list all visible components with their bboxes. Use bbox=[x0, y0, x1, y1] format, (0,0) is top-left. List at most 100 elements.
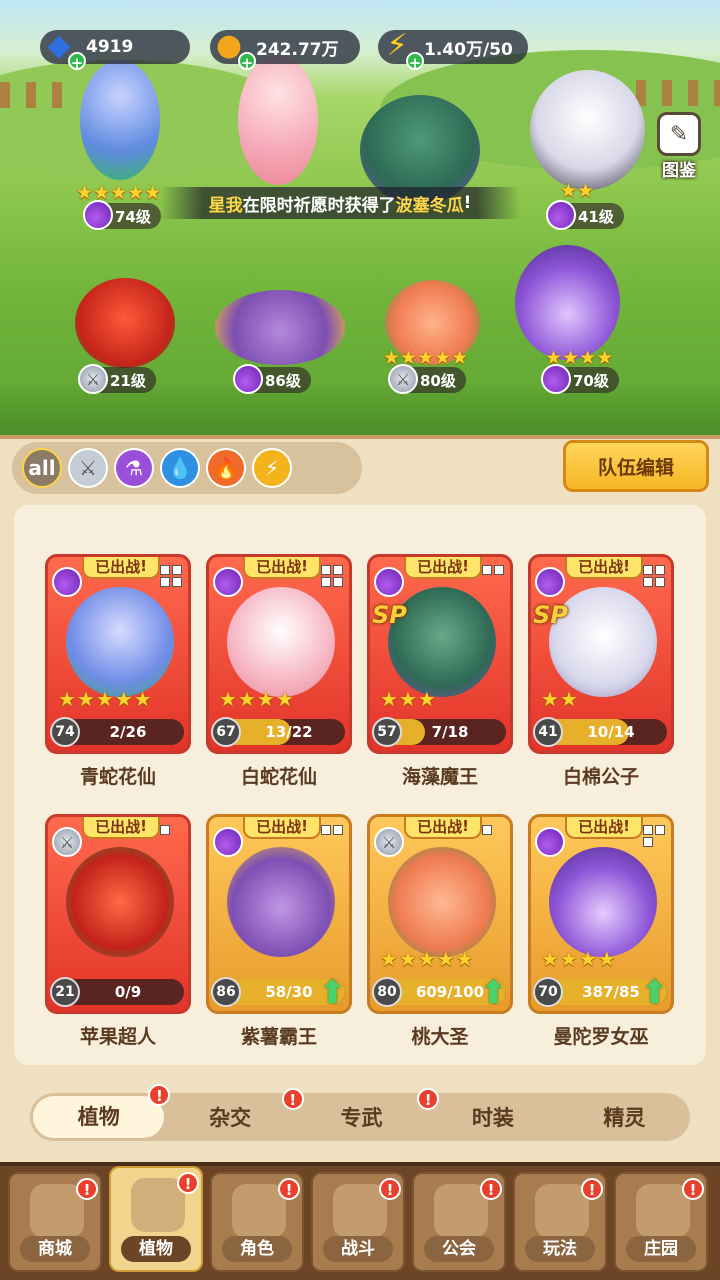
deployed-tag: 已出战! bbox=[404, 817, 482, 839]
filter-fire-icon[interactable]: 🔥 bbox=[206, 448, 246, 488]
potion-icon bbox=[535, 567, 565, 597]
atlas-label: 图鉴 bbox=[662, 161, 696, 181]
hero-name: 苹果超人 bbox=[79, 1026, 156, 1048]
tab-exclusive-weapon[interactable]: 专武!! bbox=[281, 1088, 440, 1132]
formation-position-icon bbox=[321, 825, 343, 847]
unit-snake-fairy-green[interactable] bbox=[70, 60, 170, 190]
star-rating: ★ ★ ★ ★ bbox=[541, 947, 616, 971]
star-icon: ★ bbox=[76, 687, 95, 711]
filter-potion-icon[interactable]: ⚗ bbox=[114, 448, 154, 488]
star-icon: ★ bbox=[114, 687, 133, 711]
star-icon: ★ bbox=[256, 687, 275, 711]
unit-level-badge: ⚔ 80级 bbox=[388, 364, 466, 394]
nav-shop[interactable]: 商城! bbox=[8, 1172, 102, 1272]
unit-stars: ★★★★★ bbox=[76, 182, 162, 204]
hero-card[interactable]: 已出战! SP ★ ★ ★ 7/18 57 bbox=[367, 554, 513, 754]
sword-icon: ⚔ bbox=[374, 827, 404, 857]
filter-all[interactable]: all bbox=[22, 448, 62, 488]
nav-manor[interactable]: 庄园! bbox=[614, 1172, 708, 1272]
formation-position-icon bbox=[321, 565, 343, 587]
tab-hybrid[interactable]: 杂交 bbox=[164, 1102, 295, 1132]
star-icon: ★ bbox=[559, 947, 578, 971]
hero-card[interactable]: 已出战! ⚔ ★ ★ ★ ★ ★ 609/100 80 ⬆ bbox=[367, 814, 513, 1014]
nav-guild[interactable]: 公会! bbox=[412, 1172, 506, 1272]
hero-card[interactable]: 已出战! ⚔ 0/9 21 bbox=[45, 814, 191, 1014]
hero-level: 41 bbox=[533, 717, 563, 747]
filter-lightning-icon[interactable]: ⚡ bbox=[252, 448, 292, 488]
alert-badge: ! bbox=[281, 1088, 304, 1110]
nav-battle[interactable]: 战斗! bbox=[311, 1172, 405, 1272]
team-edit-button[interactable]: 队伍编辑 bbox=[563, 440, 709, 492]
hero-card[interactable]: 已出战! ★ ★ ★ ★ 387/85 70 ⬆ bbox=[528, 814, 674, 1014]
star-icon: ★ bbox=[398, 947, 417, 971]
add-gem-button[interactable]: + bbox=[68, 52, 86, 72]
upgrade-arrow-icon[interactable]: ⬆ bbox=[641, 975, 671, 1009]
star-icon: ★ bbox=[541, 687, 559, 711]
hero-name: 桃大圣 bbox=[411, 1026, 469, 1048]
add-energy-button[interactable]: + bbox=[406, 52, 424, 72]
hero-card[interactable]: 已出战! 58/30 86 ⬆ bbox=[206, 814, 352, 1014]
wish-announcement-banner: 星我 在限时祈愿时获得了 波塞冬瓜! bbox=[160, 187, 520, 219]
deployed-tag: 已出战! bbox=[565, 557, 643, 579]
hero-portrait bbox=[66, 587, 174, 697]
star-icon: ★ bbox=[417, 947, 436, 971]
upgrade-arrow-icon[interactable]: ⬆ bbox=[319, 975, 349, 1009]
hero-card[interactable]: 已出战! ★ ★ ★ ★ ★ 2/26 74 bbox=[45, 554, 191, 754]
energy-counter[interactable]: ⚡ + 1.40万/50 bbox=[378, 28, 528, 72]
atlas-button[interactable]: ✎ 图鉴 bbox=[650, 112, 708, 182]
potion-icon bbox=[374, 567, 404, 597]
nav-characters[interactable]: 角色! bbox=[210, 1172, 304, 1272]
tab-spirit[interactable]: 精灵 bbox=[559, 1102, 690, 1132]
star-icon: ★ bbox=[597, 947, 616, 971]
alert-badge: ! bbox=[682, 1178, 704, 1200]
hero-portrait bbox=[66, 847, 174, 957]
upgrade-arrow-icon[interactable]: ⬆ bbox=[480, 975, 510, 1009]
potion-icon bbox=[83, 200, 113, 230]
filter-water-icon[interactable]: 💧 bbox=[160, 448, 200, 488]
unit-stars: ★★ bbox=[560, 180, 595, 202]
potion-icon bbox=[546, 200, 576, 230]
sword-icon: ⚔ bbox=[388, 364, 418, 394]
unit-purple-potato-king[interactable] bbox=[210, 285, 350, 375]
star-icon: ★ bbox=[58, 687, 76, 711]
tab-fashion[interactable]: 时装 bbox=[427, 1102, 558, 1132]
category-tabs: 植物! 杂交 专武!! 时装 精灵 bbox=[30, 1084, 690, 1141]
unit-apple-superman[interactable] bbox=[70, 278, 180, 378]
hero-level: 21 bbox=[50, 977, 80, 1007]
alert-badge: ! bbox=[581, 1178, 603, 1200]
potion-icon bbox=[213, 827, 243, 857]
deployed-tag: 已出战! bbox=[565, 817, 643, 839]
nav-label: 角色 bbox=[222, 1236, 292, 1262]
hero-portrait bbox=[549, 847, 657, 957]
potion-icon bbox=[52, 567, 82, 597]
hero-portrait bbox=[388, 847, 496, 957]
potion-icon bbox=[213, 567, 243, 597]
star-icon: ★ bbox=[95, 687, 114, 711]
coin-counter[interactable]: ● + 242.77万 bbox=[210, 28, 360, 72]
nav-label: 战斗 bbox=[323, 1236, 393, 1262]
nav-plants[interactable]: 植物! bbox=[109, 1166, 203, 1272]
hero-name: 白棉公子 bbox=[562, 766, 639, 788]
unit-snake-fairy-white[interactable] bbox=[228, 55, 328, 190]
star-icon: ★ bbox=[578, 947, 597, 971]
star-icon: ★ bbox=[436, 947, 455, 971]
tab-plants[interactable]: 植物! bbox=[33, 1084, 171, 1138]
formation-position-icon bbox=[482, 565, 504, 587]
add-coin-button[interactable]: + bbox=[238, 52, 256, 72]
hero-level: 86 bbox=[211, 977, 241, 1007]
gem-counter[interactable]: ◆ + 4919 bbox=[40, 28, 190, 72]
fence bbox=[0, 82, 70, 108]
formation-position-icon bbox=[160, 565, 182, 587]
deployed-tag: 已出战! bbox=[243, 817, 321, 839]
potion-icon bbox=[541, 364, 571, 394]
nav-gameplay[interactable]: 玩法! bbox=[513, 1172, 607, 1272]
hero-card[interactable]: 已出战! ★ ★ ★ ★ 13/22 67 bbox=[206, 554, 352, 754]
hero-card[interactable]: 已出战! SP ★ ★ 10/14 41 bbox=[528, 554, 674, 754]
star-icon: ★ bbox=[380, 687, 398, 711]
deployed-tag: 已出战! bbox=[243, 557, 321, 579]
unit-level-badge: ⚔ 21级 bbox=[78, 364, 156, 394]
star-icon: ★ bbox=[275, 687, 294, 711]
alert-badge: ! bbox=[76, 1178, 98, 1200]
star-icon: ★ bbox=[455, 947, 474, 971]
filter-sword-icon[interactable]: ⚔ bbox=[68, 448, 108, 488]
